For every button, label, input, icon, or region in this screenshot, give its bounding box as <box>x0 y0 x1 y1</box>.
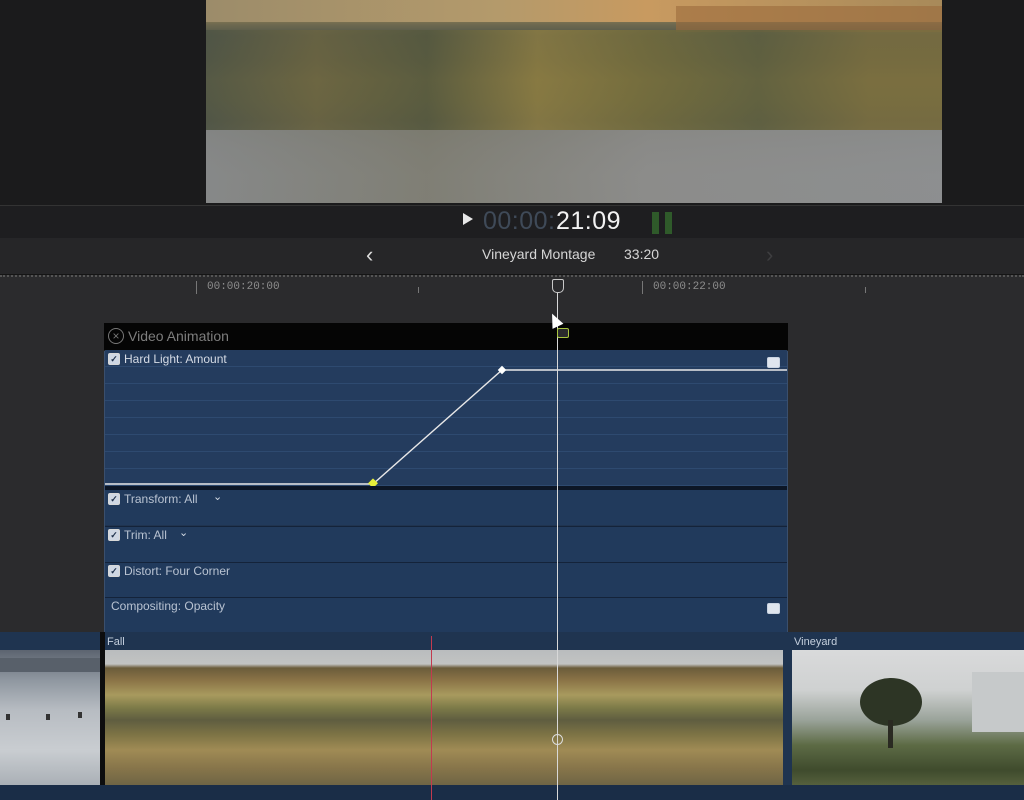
param-label-transform: Transform: All <box>124 492 198 506</box>
chevron-down-icon[interactable]: ⌄ <box>213 490 222 503</box>
project-name: Vineyard Montage <box>482 246 596 262</box>
timecode-leading: 00:00: <box>483 207 556 235</box>
audio-meter-right <box>665 212 672 234</box>
clip-label-fall: Fall <box>107 636 125 648</box>
clip-strip-footer <box>0 785 1024 800</box>
close-icon[interactable]: × <box>108 328 124 344</box>
ruler-label: 00:00:22:00 <box>653 281 726 293</box>
audio-meter-left <box>652 212 659 234</box>
keyframe-curve <box>105 369 787 485</box>
clip-thumbnail-previous[interactable] <box>0 650 100 785</box>
checkbox-transform[interactable]: ✓ <box>108 493 120 505</box>
param-label-distort: Distort: Four Corner <box>124 564 231 578</box>
project-duration: 33:20 <box>624 246 660 262</box>
param-label-trim: Trim: All <box>124 528 167 542</box>
ruler-tick <box>418 287 419 293</box>
ruler-label: 00:00:20:00 <box>207 281 280 293</box>
clip-thumbnail-fall[interactable] <box>305 650 543 785</box>
playhead[interactable] <box>557 293 558 800</box>
clip-edge <box>783 632 792 800</box>
chevron-right-icon[interactable]: › <box>766 242 773 268</box>
timecode-current[interactable]: 21:09 <box>556 205 621 238</box>
expand-opacity-button[interactable] <box>767 603 780 614</box>
timeline-ruler[interactable] <box>0 275 1024 299</box>
ruler-tick <box>642 281 643 294</box>
keyframe-add-icon[interactable] <box>557 328 569 338</box>
checkbox-trim[interactable]: ✓ <box>108 529 120 541</box>
chevron-left-icon[interactable]: ‹ <box>366 242 373 268</box>
skimmer-dot <box>552 734 563 745</box>
param-row-trim[interactable] <box>105 527 787 562</box>
ruler-tick <box>865 287 866 293</box>
chevron-down-icon[interactable]: ⌄ <box>179 526 188 539</box>
clip-thumbnail-fall[interactable] <box>105 650 305 785</box>
viewer-video-frame[interactable] <box>206 0 942 203</box>
ruler-tick <box>196 281 197 294</box>
marker-line <box>431 636 432 800</box>
clip-thumbnail-vineyard[interactable] <box>792 650 1024 785</box>
video-animation-title: Video Animation <box>128 328 229 344</box>
clip-thumbnail-fall[interactable] <box>543 650 783 785</box>
checkbox-distort[interactable]: ✓ <box>108 565 120 577</box>
play-icon[interactable] <box>463 213 473 225</box>
param-label-compositing: Compositing: Opacity <box>111 599 226 613</box>
playhead-handle[interactable] <box>552 279 564 293</box>
keyframe-curve-svg <box>105 365 787 489</box>
clip-label-vineyard: Vineyard <box>794 636 838 648</box>
param-row-transform[interactable] <box>105 490 787 525</box>
